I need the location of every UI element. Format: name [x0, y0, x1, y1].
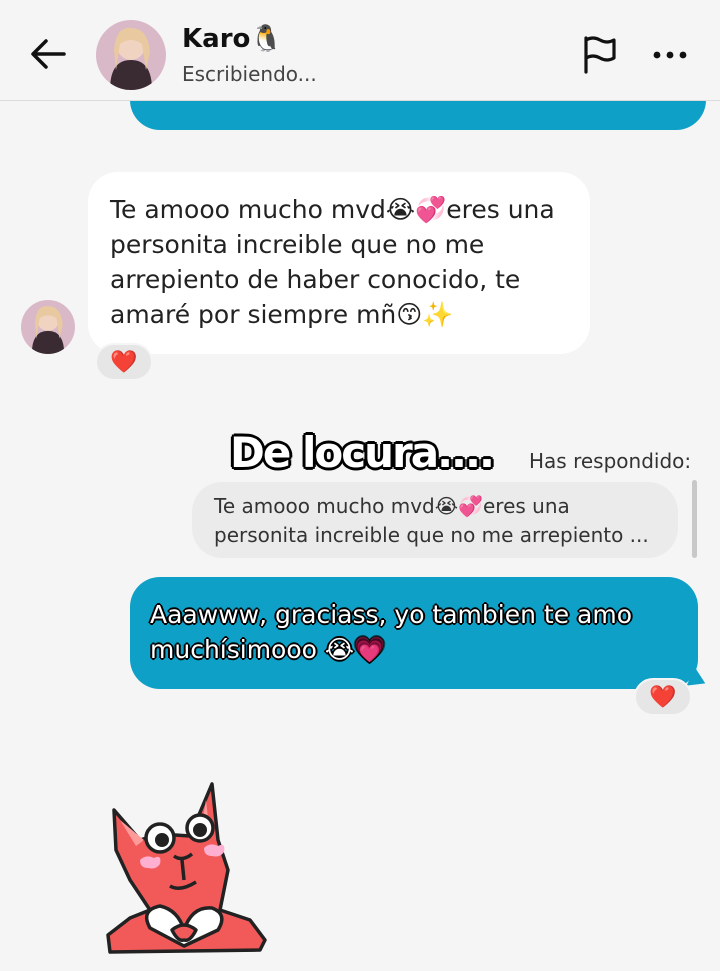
outgoing-message[interactable]: Aaawww, graciass, yo tambien te amo much…: [130, 577, 698, 689]
heart-reaction-icon: ❤️: [110, 349, 138, 375]
contact-name[interactable]: Karo🐧: [182, 24, 283, 54]
heart-reaction-icon: ❤️: [649, 684, 677, 710]
incoming-message[interactable]: Te amooo mucho mvd😭💞eres una personita i…: [88, 172, 590, 354]
chat-header: Karo🐧 Escribiendo...: [0, 0, 720, 101]
contact-avatar[interactable]: [96, 20, 166, 90]
cat-heart-sticker[interactable]: [100, 770, 280, 960]
typing-status: Escribiendo...: [182, 62, 317, 86]
more-options-icon[interactable]: [648, 40, 692, 70]
outgoing-reaction[interactable]: ❤️: [634, 678, 692, 716]
incoming-reaction[interactable]: ❤️: [95, 343, 153, 381]
quoted-message[interactable]: Te amooo mucho mvd😭💞eres una personita i…: [192, 482, 678, 558]
replied-label: Has respondido:: [529, 449, 692, 473]
back-arrow-icon[interactable]: [26, 32, 70, 76]
sender-avatar[interactable]: [21, 300, 75, 354]
overlay-caption: De locura....: [230, 428, 495, 477]
flag-icon[interactable]: [578, 32, 622, 76]
quote-indicator-bar: [692, 480, 697, 558]
